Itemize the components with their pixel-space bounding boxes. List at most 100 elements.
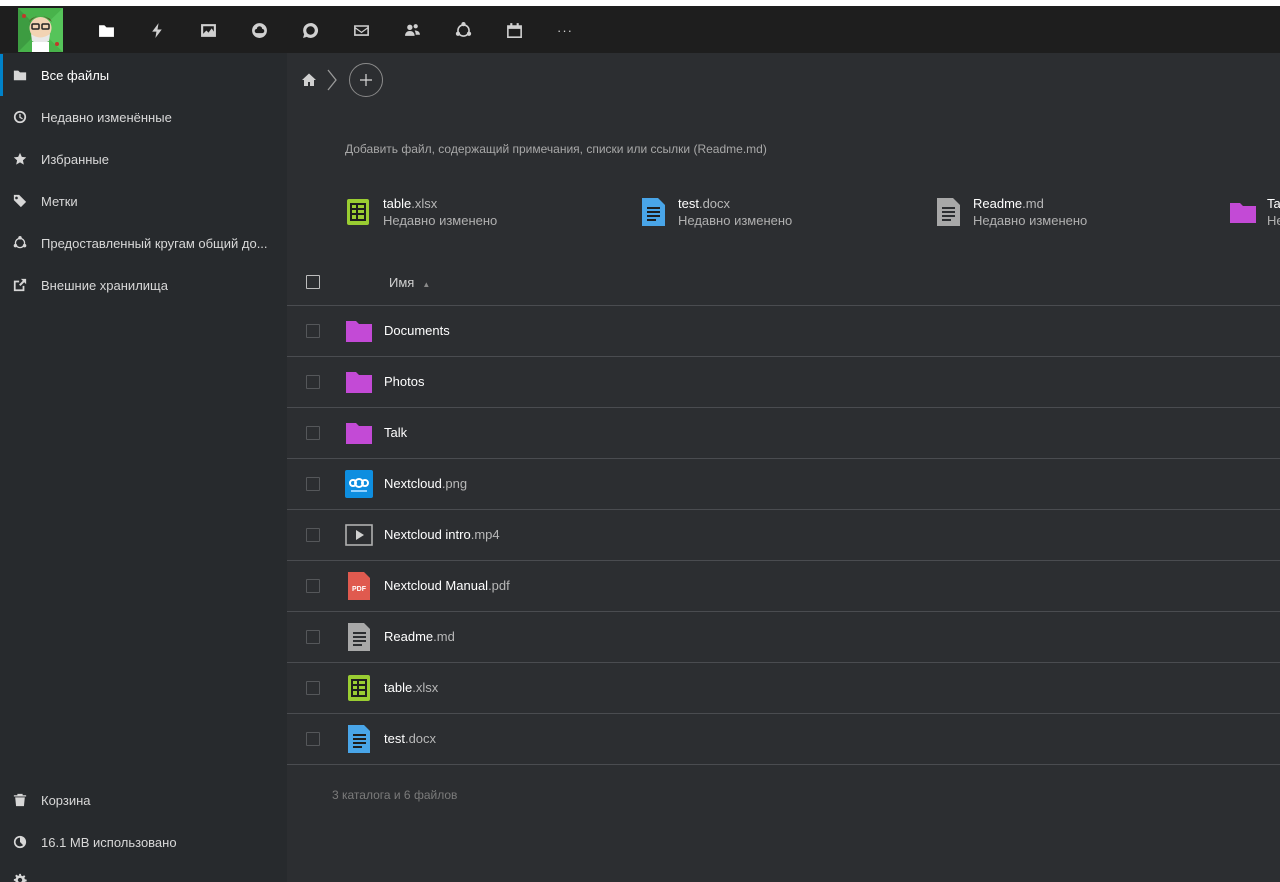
circles-icon bbox=[11, 235, 28, 252]
sidebar-item-settings[interactable] bbox=[0, 863, 287, 882]
tag-icon bbox=[11, 193, 28, 210]
document-icon bbox=[642, 198, 665, 226]
breadcrumb bbox=[301, 63, 383, 97]
app-talk[interactable] bbox=[292, 12, 328, 48]
table-row[interactable]: table.xlsx bbox=[287, 663, 1280, 714]
folder-icon bbox=[98, 24, 114, 37]
row-checkbox[interactable] bbox=[306, 681, 320, 695]
more-icon: ··· bbox=[557, 22, 573, 38]
table-row[interactable]: Photos bbox=[287, 357, 1280, 408]
sidebar-item-circles-shared[interactable]: Предоставленный кругам общий до... bbox=[0, 222, 287, 264]
column-name-label: Имя bbox=[389, 275, 415, 290]
sort-by-name[interactable]: Имя ▲ bbox=[389, 275, 430, 290]
recent-file-status: Недавно изменено bbox=[973, 213, 1088, 228]
table-row[interactable]: Readme.md bbox=[287, 612, 1280, 663]
app-menu: ··· bbox=[88, 12, 598, 48]
row-checkbox[interactable] bbox=[306, 630, 320, 644]
add-readme-prompt[interactable]: Добавить файл, содержащий примечания, сп… bbox=[345, 142, 767, 156]
sidebar-item-label: Корзина bbox=[41, 792, 91, 808]
folder-icon bbox=[346, 372, 372, 393]
sidebar-item-label: 16.1 MB использовано bbox=[41, 834, 177, 850]
pdf-file-icon: PDF bbox=[348, 572, 370, 600]
table-row[interactable]: Nextcloud intro.mp4 bbox=[287, 510, 1280, 561]
gear-icon bbox=[11, 871, 28, 882]
file-name[interactable]: Nextcloud intro.mp4 bbox=[384, 527, 500, 542]
app-activity[interactable] bbox=[139, 12, 175, 48]
recent-file[interactable]: Readme.md Недавно изменено bbox=[935, 196, 1087, 232]
file-name[interactable]: Talk bbox=[384, 425, 407, 440]
app-circles[interactable] bbox=[445, 12, 481, 48]
table-row[interactable]: PDF Nextcloud Manual.pdf bbox=[287, 561, 1280, 612]
sidebar-item-trash[interactable]: Корзина bbox=[0, 779, 287, 821]
select-all-checkbox[interactable] bbox=[306, 275, 320, 289]
row-checkbox[interactable] bbox=[306, 579, 320, 593]
folder-icon bbox=[346, 423, 372, 444]
user-avatar[interactable] bbox=[18, 8, 63, 52]
table-row[interactable]: Talk bbox=[287, 408, 1280, 459]
trash-icon bbox=[11, 792, 28, 809]
svg-text:PDF: PDF bbox=[352, 586, 367, 593]
app-photos[interactable] bbox=[190, 12, 226, 48]
recent-file[interactable]: test.docx Недавно изменено bbox=[640, 196, 792, 232]
sidebar: Все файлы Недавно изменённые Избранные М… bbox=[0, 53, 287, 882]
sidebar-item-label: Все файлы bbox=[41, 67, 110, 83]
breadcrumb-separator-icon bbox=[327, 69, 337, 91]
sidebar-item-label: Недавно изменённые bbox=[41, 109, 172, 125]
text-file-icon bbox=[937, 198, 960, 226]
app-more[interactable]: ··· bbox=[547, 12, 583, 48]
sidebar-item-favorites[interactable]: Избранные bbox=[0, 138, 287, 180]
app-files[interactable] bbox=[88, 12, 124, 48]
clock-icon bbox=[11, 109, 28, 126]
row-checkbox[interactable] bbox=[306, 528, 320, 542]
table-row[interactable]: Documents bbox=[287, 306, 1280, 357]
lightning-icon bbox=[151, 22, 162, 38]
app-deck[interactable] bbox=[241, 12, 277, 48]
sidebar-item-recent[interactable]: Недавно изменённые bbox=[0, 96, 287, 138]
sidebar-item-all-files[interactable]: Все файлы bbox=[0, 54, 287, 96]
home-icon[interactable] bbox=[301, 72, 317, 88]
recent-file-name: table.xlsx bbox=[383, 196, 438, 211]
file-name[interactable]: Documents bbox=[384, 323, 450, 338]
file-name[interactable]: Readme.md bbox=[384, 629, 455, 644]
quota-icon bbox=[11, 834, 28, 851]
file-name[interactable]: table.xlsx bbox=[384, 680, 438, 695]
table-row[interactable]: test.docx bbox=[287, 714, 1280, 765]
recent-file[interactable]: Ta Не bbox=[1229, 196, 1280, 232]
sidebar-item-label: Избранные bbox=[41, 151, 109, 167]
folder-icon bbox=[11, 67, 28, 84]
sidebar-item-label: Метки bbox=[41, 193, 78, 209]
row-checkbox[interactable] bbox=[306, 375, 320, 389]
new-file-button[interactable] bbox=[349, 63, 383, 97]
folder-icon bbox=[1230, 203, 1256, 223]
app-contacts[interactable] bbox=[394, 12, 430, 48]
image-icon bbox=[200, 23, 216, 37]
row-checkbox[interactable] bbox=[306, 732, 320, 746]
plus-icon bbox=[360, 74, 372, 86]
sidebar-item-external-storage[interactable]: Внешние хранилища bbox=[0, 264, 287, 306]
star-icon bbox=[11, 151, 28, 168]
external-icon bbox=[11, 277, 28, 294]
file-name[interactable]: Nextcloud.png bbox=[384, 476, 467, 491]
app-calendar[interactable] bbox=[496, 12, 532, 48]
spreadsheet-icon bbox=[348, 675, 370, 701]
row-checkbox[interactable] bbox=[306, 426, 320, 440]
app-mail[interactable] bbox=[343, 12, 379, 48]
table-row[interactable]: Nextcloud.png bbox=[287, 459, 1280, 510]
document-icon bbox=[348, 725, 370, 753]
sidebar-item-quota[interactable]: 16.1 MB использовано bbox=[0, 821, 287, 863]
recent-file-name: Ta bbox=[1267, 196, 1280, 211]
row-checkbox[interactable] bbox=[306, 477, 320, 491]
file-name[interactable]: test.docx bbox=[384, 731, 436, 746]
row-checkbox[interactable] bbox=[306, 324, 320, 338]
sidebar-item-tags[interactable]: Метки bbox=[0, 180, 287, 222]
file-name[interactable]: Photos bbox=[384, 374, 424, 389]
recent-file[interactable]: table.xlsx Недавно изменено bbox=[345, 196, 497, 232]
file-name[interactable]: Nextcloud Manual.pdf bbox=[384, 578, 510, 593]
top-bar: ··· bbox=[0, 0, 1280, 53]
sidebar-item-label: Внешние хранилища bbox=[41, 277, 168, 293]
file-list-header: Имя ▲ bbox=[287, 262, 1280, 306]
sidebar-item-label: Предоставленный кругам общий до... bbox=[41, 235, 268, 251]
avatar-image bbox=[18, 8, 63, 52]
recent-file-name: Readme.md bbox=[973, 196, 1044, 211]
calendar-icon bbox=[506, 22, 522, 38]
